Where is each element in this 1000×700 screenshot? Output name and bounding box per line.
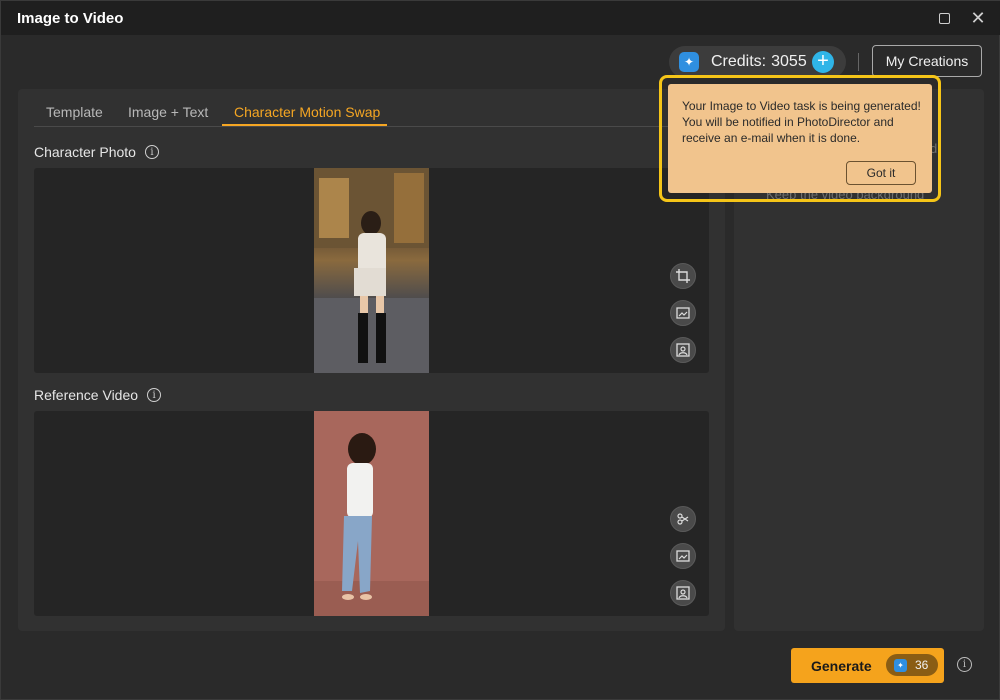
portrait-icon bbox=[676, 343, 690, 357]
generate-button[interactable]: Generate ✦ 36 bbox=[791, 648, 944, 683]
active-tab-indicator bbox=[222, 124, 387, 126]
my-creations-button[interactable]: My Creations bbox=[872, 45, 982, 77]
header-divider bbox=[858, 53, 859, 71]
credits-pill: ✦ Credits: 3055 + bbox=[669, 46, 846, 78]
generate-label: Generate bbox=[811, 657, 872, 674]
character-photo-image bbox=[314, 168, 429, 373]
character-photo-label: Character Photo i bbox=[34, 144, 159, 160]
info-icon[interactable]: i bbox=[147, 388, 162, 402]
window-title: Image to Video bbox=[17, 10, 124, 27]
portrait-video-button[interactable] bbox=[670, 580, 696, 606]
generate-cost-value: 36 bbox=[915, 658, 929, 672]
close-icon: ✕ bbox=[970, 7, 986, 28]
title-bar: Image to Video ✕ bbox=[1, 1, 1000, 35]
portrait-photo-button[interactable] bbox=[670, 337, 696, 363]
generate-cost-badge: ✦ 36 bbox=[886, 654, 938, 676]
plus-icon: + bbox=[817, 50, 829, 72]
reference-video-label: Reference Video i bbox=[34, 387, 162, 403]
sparkle-shield-icon: ✦ bbox=[679, 52, 699, 72]
tooltip-body: Your Image to Video task is being genera… bbox=[668, 84, 932, 193]
info-icon[interactable]: i bbox=[957, 657, 972, 672]
tooltip-message: Your Image to Video task is being genera… bbox=[682, 99, 921, 145]
portrait-icon bbox=[676, 586, 690, 600]
trim-button[interactable] bbox=[670, 506, 696, 532]
credits-label: Credits: bbox=[711, 53, 767, 70]
tab-character-motion-swap[interactable]: Character Motion Swap bbox=[234, 104, 380, 120]
image-to-video-window: Image to Video ✕ ✦ Credits: 3055 + My Cr… bbox=[0, 0, 1000, 700]
crop-button[interactable] bbox=[670, 263, 696, 289]
character-photo-title: Character Photo bbox=[34, 144, 136, 160]
reference-video-title: Reference Video bbox=[34, 387, 139, 403]
trim-icon bbox=[677, 513, 689, 525]
replace-video-button[interactable] bbox=[670, 543, 696, 569]
sparkle-shield-icon: ✦ bbox=[894, 658, 907, 672]
replace-image-icon bbox=[676, 550, 690, 562]
reference-video-thumbnail bbox=[314, 411, 429, 616]
info-icon[interactable]: i bbox=[144, 145, 159, 159]
credits-value: 3055 bbox=[771, 53, 807, 70]
add-credits-button[interactable]: + bbox=[812, 51, 834, 73]
character-photo-illustration bbox=[314, 168, 429, 373]
tab-template[interactable]: Template bbox=[46, 104, 103, 120]
reference-video-illustration bbox=[314, 433, 429, 616]
replace-photo-button[interactable] bbox=[670, 300, 696, 326]
replace-image-icon bbox=[676, 307, 690, 319]
mode-tabs: Template Image + Text Character Motion S… bbox=[34, 97, 707, 127]
crop-icon bbox=[676, 269, 690, 283]
maximize-button[interactable] bbox=[933, 8, 955, 28]
close-button[interactable]: ✕ bbox=[967, 8, 989, 28]
tab-image-text[interactable]: Image + Text bbox=[128, 104, 208, 120]
got-it-button[interactable]: Got it bbox=[846, 161, 916, 185]
generation-notice-tooltip: Your Image to Video task is being genera… bbox=[659, 75, 941, 202]
maximize-icon bbox=[938, 12, 950, 24]
